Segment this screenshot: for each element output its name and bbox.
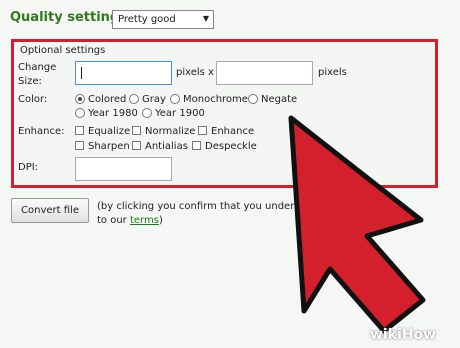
watermark-how: How bbox=[401, 327, 437, 343]
cursor-arrow-icon bbox=[288, 115, 426, 334]
watermark-wiki: wiki bbox=[370, 327, 402, 343]
wikihow-watermark: wikiHow bbox=[370, 327, 436, 343]
